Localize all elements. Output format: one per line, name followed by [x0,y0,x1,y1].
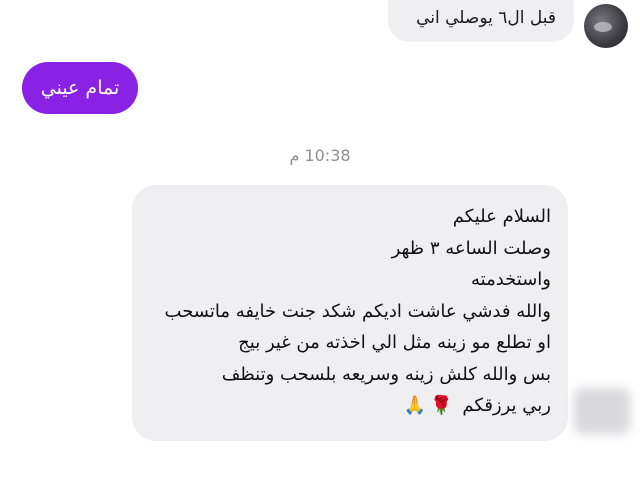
incoming-message-partial[interactable]: قبل ال٦ يوصلي اني [388,0,574,42]
message-line-last: ربي يرزقكم 🌹🙏 [142,390,551,422]
rose-icon: 🌹 [430,395,453,416]
chat-thread: قبل ال٦ يوصلي اني تمام عيني 10:38 م السل… [0,0,640,498]
message-line: السلام عليكم [452,206,551,227]
message-line: او تطلع مو زينه مثل الي اخذته من غير بيج [238,332,551,353]
message-line-text: ربي يرزقكم [462,395,551,416]
message-line: والله فدشي عاشت اديكم شكد جنت خايفه ماتس… [164,300,551,322]
sender-avatar-blurred[interactable] [574,388,630,434]
message-text: قبل ال٦ يوصلي اني [416,8,556,28]
avatar-image [594,22,612,32]
incoming-message[interactable]: السلام عليكم وصلت الساعه ٣ ظهر واستخدمته… [132,185,568,441]
message-line: وصلت الساعه ٣ ظهر [391,237,551,259]
message-text: تمام عيني [40,77,120,99]
message-line: بس والله كلش زينه وسريعه بلسحب وتنظف [221,363,551,385]
message-line: واستخدمته [471,269,551,290]
message-timestamp: 10:38 م [289,146,351,165]
pray-icon: 🙏 [403,395,427,416]
sender-avatar[interactable] [584,4,628,48]
outgoing-message[interactable]: تمام عيني [22,62,138,114]
